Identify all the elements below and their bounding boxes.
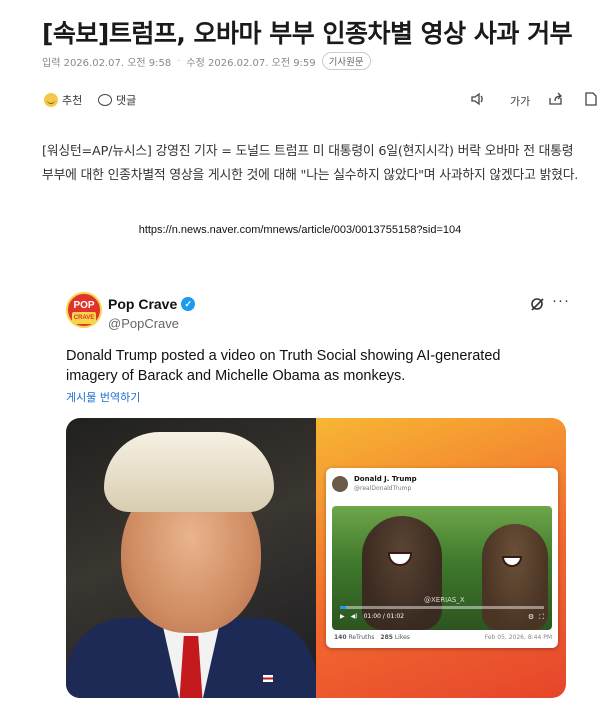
grok-icon[interactable]	[529, 296, 545, 316]
video-time: 01:00 / 01:02	[363, 613, 405, 620]
print-icon[interactable]	[584, 92, 598, 110]
embedded-handle: @realDonaldTrump	[354, 485, 412, 492]
recommend-label: 추천	[62, 94, 83, 107]
tweet-handle[interactable]: @PopCrave	[108, 316, 179, 331]
embedded-avatar	[332, 476, 348, 492]
embedded-video[interactable]: @XERIAS_X ▶ ◀) 01:00 / 01:02 ⚙ ⛶	[332, 506, 552, 630]
more-icon[interactable]: ···	[552, 292, 570, 309]
tweet-media[interactable]: Donald J. Trump @realDonaldTrump @XERIAS…	[66, 418, 566, 698]
trump-photo	[66, 418, 316, 698]
published-date: 입력 2026.02.07. 오전 9:58	[42, 57, 172, 69]
tweet-author-name[interactable]: Pop Crave ✓	[108, 296, 196, 312]
video-controls: ▶ ◀) 01:00 / 01:02	[340, 613, 404, 620]
embedded-footer: 140 ReTruths 285 Likes Feb 05, 2026, 8:4…	[334, 634, 552, 641]
video-progress-fill	[340, 606, 347, 609]
article-body: [워싱턴=AP/뉴시스] 강영진 기자 = 도널드 트럼프 미 대통령이 6일(…	[42, 144, 579, 183]
video-watermark: @XERIAS_X	[424, 596, 465, 604]
volume-icon[interactable]: ◀)	[351, 613, 358, 620]
avatar-subtext: CRAVE	[72, 312, 96, 324]
original-article-badge[interactable]: 기사원문	[321, 52, 371, 70]
article-actions: 추천 댓글 가가	[42, 92, 600, 112]
retruths-label: ReTruths	[348, 634, 375, 641]
tweet-text: Donald Trump posted a video on Truth Soc…	[66, 348, 501, 384]
fullscreen-icon[interactable]: ⛶	[539, 613, 544, 622]
share-icon[interactable]	[548, 92, 564, 110]
comment-label: 댓글	[116, 94, 137, 107]
likes-label: Likes	[394, 634, 410, 641]
retruths-count: 140	[334, 634, 347, 641]
translate-link[interactable]: 게시물 번역하기	[66, 389, 140, 405]
audio-icon[interactable]	[470, 92, 486, 110]
truth-post-card: Donald J. Trump @realDonaldTrump @XERIAS…	[326, 468, 558, 648]
smile-icon	[44, 93, 58, 107]
video-controls-right: ⚙ ⛶	[528, 613, 544, 622]
font-size-icon[interactable]: 가가	[510, 93, 530, 109]
article-meta: 입력 2026.02.07. 오전 9:58 · 수정 2026.02.07. …	[42, 52, 371, 70]
video-progress-bar[interactable]	[340, 606, 544, 609]
hair-shape	[104, 432, 274, 512]
author-name-text: Pop Crave	[108, 296, 178, 312]
avatar[interactable]: POP CRAVE	[66, 292, 102, 328]
recommend-button[interactable]: 추천	[44, 92, 82, 108]
play-icon[interactable]: ▶	[340, 613, 345, 620]
meta-separator: ·	[177, 55, 181, 67]
comment-icon	[98, 94, 112, 106]
article-headline: [속보]트럼프, 오바마 부부 인종차별 영상 사과 거부	[42, 19, 573, 48]
avatar-text: POP	[73, 300, 95, 311]
verified-icon: ✓	[181, 297, 196, 311]
embedded-date: Feb 05, 2026, 8:44 PM	[484, 634, 552, 641]
likes-count: 285	[380, 634, 393, 641]
modified-date: 수정 2026.02.07. 오전 9:59	[186, 57, 316, 69]
flag-pin	[262, 674, 274, 683]
comment-button[interactable]: 댓글	[98, 92, 136, 108]
settings-icon[interactable]: ⚙	[528, 613, 534, 622]
truth-post-panel: Donald J. Trump @realDonaldTrump @XERIAS…	[316, 418, 566, 698]
embedded-author-name: Donald J. Trump	[354, 475, 417, 483]
article-url[interactable]: https://n.news.naver.com/mnews/article/0…	[0, 224, 600, 236]
